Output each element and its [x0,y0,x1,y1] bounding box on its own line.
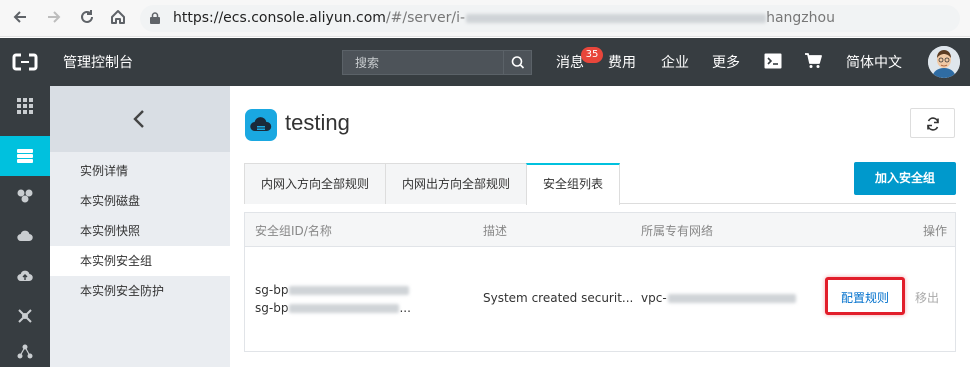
search-box [342,50,532,75]
security-group-name-prefix: sg-bp [255,301,289,315]
tab-outbound-rules[interactable]: 内网出方向全部规则 [385,163,528,204]
tab-bar: 内网入方向全部规则 内网出方向全部规则 安全组列表 [244,163,956,205]
cloud-upload-icon[interactable] [0,256,50,296]
table-header: 安全组ID/名称 描述 所属专有网络 操作 [245,213,955,247]
fees-link[interactable]: 费用 [608,52,636,72]
column-header-actions: 操作 [923,224,948,238]
remove-from-group-link[interactable]: 移出 [915,289,939,306]
messages-link[interactable]: 消息 [556,52,584,72]
ecs-server-icon[interactable] [0,136,50,176]
column-header-vpc: 所属专有网络 [641,224,714,238]
url-path-end: hangzhou [766,10,835,26]
search-input[interactable] [343,51,503,74]
subnav-item-security-groups[interactable]: 本实例安全组 [50,246,230,276]
tab-inbound-rules[interactable]: 内网入方向全部规则 [244,163,387,204]
main-content: testing 内网入方向全部规则 内网出方向全部规则 安全组列表 加入安全组 … [230,86,970,367]
reload-icon[interactable] [77,8,97,28]
redacted-segment [289,304,400,313]
lock-icon [150,12,160,24]
refresh-button[interactable] [910,108,955,138]
terminal-icon[interactable] [764,53,782,69]
language-switch[interactable]: 简体中文 [846,52,902,72]
network-icon[interactable] [0,296,50,336]
redacted-segment [667,294,796,303]
subnav-item-security-protection[interactable]: 本实例安全防护 [50,276,230,306]
arrow-left-icon[interactable] [10,8,30,28]
security-group-name-suffix: ... [399,301,411,315]
refresh-icon [927,117,939,131]
search-icon[interactable] [503,51,531,74]
vpc-id-prefix: vpc- [641,291,667,305]
products-grid-icon[interactable] [0,86,50,126]
url-host: https://ecs.console.aliyun.com [173,10,386,26]
enterprise-link[interactable]: 企业 [661,52,689,72]
cloud-icon[interactable] [0,216,50,256]
configure-rules-link[interactable]: 配置规则 [841,289,889,306]
column-header-id: 安全组ID/名称 [255,224,332,238]
top-navigation-bar: 管理控制台 消息 35 费用 企业 更多 简体中文 [0,38,970,86]
console-title[interactable]: 管理控制台 [63,52,133,72]
redacted-segment [289,286,410,295]
security-group-id-prefix: sg-bp [255,283,289,297]
messages-count-badge: 35 [581,47,603,63]
security-group-description: System created securit... [483,291,634,305]
subnav-item-snapshots[interactable]: 本实例快照 [50,216,230,246]
security-group-id[interactable]: sg-bp [255,283,410,297]
aliyun-logo-icon[interactable] [12,52,38,72]
chevron-left-icon [133,110,144,128]
back-button[interactable] [50,86,230,152]
url-text: https://ecs.console.aliyun.com/#/server/… [173,10,835,26]
avatar[interactable] [928,46,960,78]
tab-security-group-list[interactable]: 安全组列表 [526,163,621,205]
instance-cloud-icon [245,109,277,141]
topology-icon[interactable] [0,331,50,371]
highlight-box: 配置规则 [825,277,905,315]
page-title: testing [285,110,350,135]
product-icon-rail [0,86,50,367]
subnav-item-instance-details[interactable]: 实例详情 [50,156,230,186]
cart-icon[interactable] [804,53,822,69]
url-path-start: /#/server/i- [385,10,466,26]
redacted-segment [466,13,767,23]
subnav-item-disks[interactable]: 本实例磁盘 [50,186,230,216]
add-to-security-group-button[interactable]: 加入安全组 [854,162,956,195]
more-link[interactable]: 更多 [712,52,740,72]
browser-toolbar: https://ecs.console.aliyun.com/#/server/… [0,0,970,37]
column-header-description: 描述 [483,224,508,238]
security-group-name: sg-bp... [255,301,411,315]
cluster-icon[interactable] [0,176,50,216]
arrow-right-icon[interactable] [44,8,64,28]
vpc-id[interactable]: vpc- [641,291,796,305]
address-bar[interactable]: https://ecs.console.aliyun.com/#/server/… [140,5,960,32]
security-group-table: 安全组ID/名称 描述 所属专有网络 操作 sg-bp sg-bp... Sys… [244,212,956,352]
home-icon[interactable] [108,8,128,28]
instance-sidebar: 实例详情 本实例磁盘 本实例快照 本实例安全组 本实例安全防护 [50,86,230,367]
